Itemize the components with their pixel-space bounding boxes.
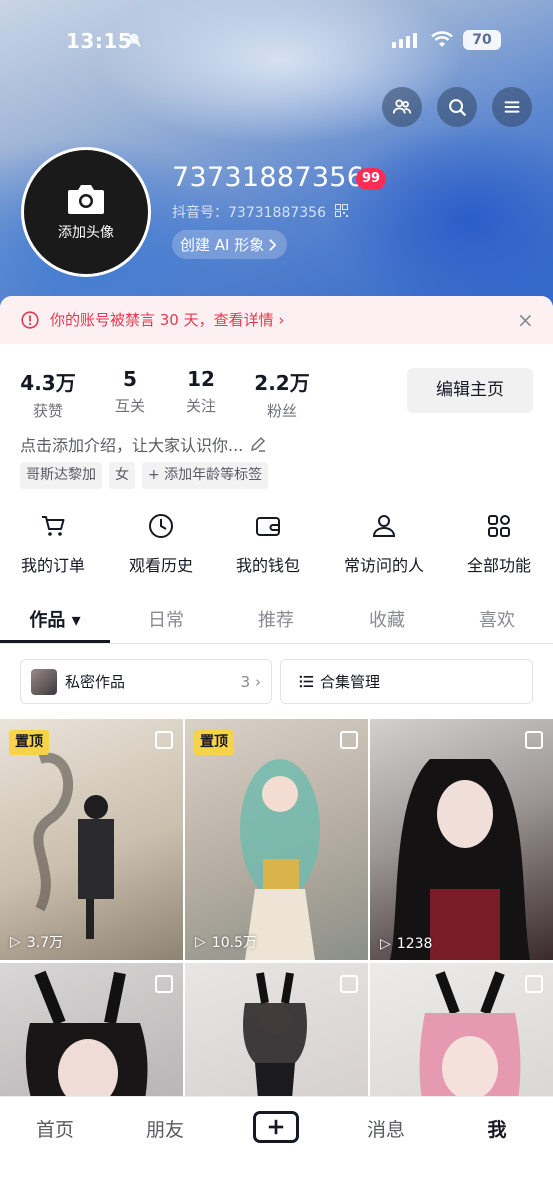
tab-works[interactable]: 作品 ▾ bbox=[0, 606, 110, 632]
watch-history-label: 观看历史 bbox=[128, 556, 193, 575]
menu-button[interactable] bbox=[492, 87, 532, 127]
bio[interactable]: 点击添加介绍，让大家认识你... bbox=[20, 432, 267, 456]
battery-indicator: 70 bbox=[463, 30, 501, 50]
search-button[interactable] bbox=[437, 87, 477, 127]
profile-tags: 哥斯达黎加 女 + 添加年龄等标签 bbox=[20, 462, 269, 489]
camera-icon bbox=[68, 185, 104, 214]
costume-figure-image bbox=[240, 759, 320, 960]
username: 73731887356 bbox=[172, 162, 365, 193]
stat-mutual-label: 互关 bbox=[114, 397, 145, 415]
info-circle-icon bbox=[21, 311, 39, 329]
private-works-count: 3 › bbox=[240, 672, 261, 691]
tab-favorites[interactable]: 收藏 bbox=[332, 606, 442, 632]
ban-warning-banner[interactable]: 你的账号被禁言 30 天，查看详情 › × bbox=[0, 296, 553, 344]
qr-code-icon[interactable] bbox=[335, 204, 348, 217]
multi-image-icon bbox=[155, 731, 173, 749]
nav-home[interactable]: 首页 bbox=[15, 1115, 95, 1142]
play-count: ▷ 3.7万 bbox=[10, 934, 64, 951]
private-works-thumbnail bbox=[31, 668, 57, 695]
bottom-navigation: 首页 朋友 消息 我 bbox=[0, 1096, 553, 1200]
ai-button-label: 创建 AI 形象 bbox=[180, 236, 265, 254]
tab-recommended[interactable]: 推荐 bbox=[221, 606, 331, 632]
tag-location[interactable]: 哥斯达黎加 bbox=[20, 462, 102, 489]
active-tab-indicator bbox=[0, 640, 110, 643]
status-bar: 13:15 70 bbox=[0, 0, 553, 80]
multi-image-icon bbox=[525, 731, 543, 749]
douyin-id: 抖音号：73731887356 bbox=[172, 205, 326, 221]
all-functions-button[interactable]: 全部功能 bbox=[444, 512, 553, 576]
my-wallet-button[interactable]: 我的钱包 bbox=[213, 512, 323, 576]
stat-followers-label: 粉丝 bbox=[266, 402, 297, 420]
video-thumbnail[interactable]: 置顶 ▷ 3.7万 bbox=[0, 719, 183, 960]
clock-icon bbox=[149, 514, 173, 538]
nav-me[interactable]: 我 bbox=[457, 1115, 537, 1142]
tab-daily[interactable]: 日常 bbox=[111, 606, 221, 632]
dragon-figure-image bbox=[33, 752, 114, 939]
add-avatar-button[interactable]: 添加头像 bbox=[21, 147, 151, 277]
stat-followers[interactable]: 2.2万 粉丝 bbox=[250, 367, 314, 421]
stat-following-value: 12 bbox=[187, 367, 215, 391]
create-post-button[interactable] bbox=[253, 1111, 299, 1143]
stat-following[interactable]: 12 关注 bbox=[171, 367, 231, 416]
wifi-icon bbox=[431, 31, 453, 47]
avatar-label: 添加头像 bbox=[58, 225, 114, 241]
collection-manage-label: 合集管理 bbox=[320, 673, 381, 691]
private-works-button[interactable]: 私密作品 3 › bbox=[20, 659, 272, 704]
notification-badge[interactable]: 99 bbox=[356, 168, 386, 190]
friends-icon bbox=[392, 99, 412, 114]
ban-warning-text[interactable]: 你的账号被禁言 30 天，查看详情 › bbox=[50, 309, 284, 330]
stat-following-label: 关注 bbox=[185, 397, 216, 415]
content-tabs: 作品 ▾ 日常 推荐 收藏 喜欢 bbox=[0, 598, 553, 644]
plus-icon bbox=[268, 1119, 284, 1135]
cart-icon bbox=[42, 516, 65, 536]
close-icon[interactable]: × bbox=[517, 308, 534, 332]
nav-messages[interactable]: 消息 bbox=[346, 1115, 426, 1142]
frequent-visitors-label: 常访问的人 bbox=[343, 556, 424, 575]
friends-button[interactable] bbox=[382, 87, 422, 127]
collection-manage-button[interactable]: 合集管理 bbox=[280, 659, 533, 704]
multi-image-icon bbox=[340, 975, 358, 993]
multi-image-icon bbox=[340, 731, 358, 749]
stat-mutual[interactable]: 5 互关 bbox=[100, 367, 160, 416]
tag-gender[interactable]: 女 bbox=[109, 462, 135, 489]
frequent-visitors-button[interactable]: 常访问的人 bbox=[329, 512, 439, 576]
multi-image-icon bbox=[155, 975, 173, 993]
hamburger-menu-icon bbox=[504, 101, 520, 113]
mute-bell-icon bbox=[125, 31, 143, 49]
my-orders-label: 我的订单 bbox=[20, 556, 85, 575]
edit-pencil-icon bbox=[251, 436, 266, 452]
chevron-right-icon bbox=[269, 238, 277, 251]
nav-friends[interactable]: 朋友 bbox=[125, 1115, 205, 1142]
schoolgirl-figure-image bbox=[390, 759, 530, 960]
video-thumbnail[interactable]: ▷ 1238 bbox=[370, 719, 553, 960]
list-icon bbox=[299, 675, 314, 688]
edit-profile-button[interactable]: 编辑主页 bbox=[407, 368, 533, 413]
stat-likes[interactable]: 4.3万 获赞 bbox=[18, 367, 78, 421]
grid-icon bbox=[488, 515, 510, 537]
person-icon bbox=[372, 515, 396, 537]
pinned-badge: 置顶 bbox=[9, 730, 49, 755]
stat-likes-label: 获赞 bbox=[32, 402, 63, 420]
wallet-icon bbox=[256, 517, 280, 536]
watch-history-button[interactable]: 观看历史 bbox=[106, 512, 216, 576]
stat-mutual-value: 5 bbox=[123, 367, 137, 391]
status-time: 13:15 bbox=[66, 29, 133, 53]
search-icon bbox=[449, 99, 466, 116]
all-functions-label: 全部功能 bbox=[466, 556, 531, 575]
play-count: ▷ 1238 bbox=[380, 936, 433, 952]
video-thumbnail[interactable]: 置顶 ▷ 10.5万 bbox=[185, 719, 368, 960]
pinned-badge: 置顶 bbox=[194, 730, 234, 755]
create-ai-avatar-button[interactable]: 创建 AI 形象 bbox=[172, 230, 288, 259]
multi-image-icon bbox=[525, 975, 543, 993]
add-tags-button[interactable]: + 添加年龄等标签 bbox=[142, 462, 269, 489]
my-orders-button[interactable]: 我的订单 bbox=[0, 512, 108, 576]
private-works-label: 私密作品 bbox=[65, 673, 126, 691]
my-wallet-label: 我的钱包 bbox=[235, 556, 300, 575]
cellular-signal-icon bbox=[392, 33, 417, 48]
stat-likes-value: 4.3万 bbox=[20, 371, 76, 395]
play-count: ▷ 10.5万 bbox=[195, 934, 257, 951]
tab-likes[interactable]: 喜欢 bbox=[442, 606, 552, 632]
bio-text: 点击添加介绍，让大家认识你... bbox=[20, 436, 244, 455]
stat-followers-value: 2.2万 bbox=[254, 371, 310, 395]
